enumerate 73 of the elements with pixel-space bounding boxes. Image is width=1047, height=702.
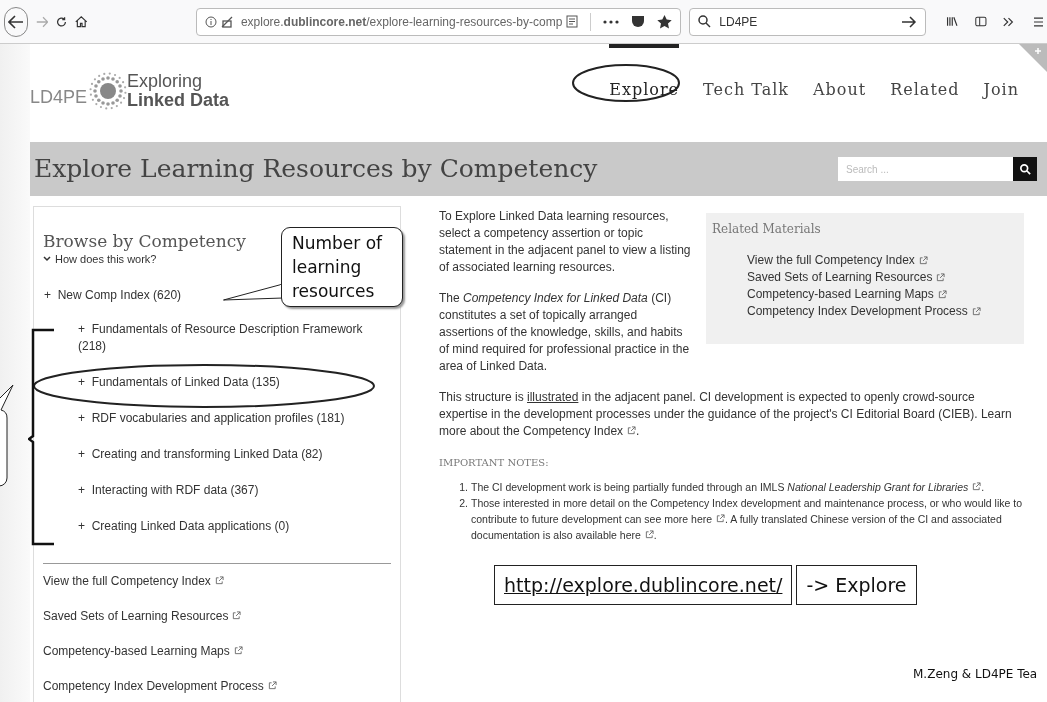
reader-view-icon[interactable] [566,15,579,28]
search-button[interactable] [1013,157,1037,181]
tree-item[interactable]: + Fundamentals of Linked Data (135) [78,373,391,391]
notes-heading: IMPORTANT NOTES: [439,456,550,470]
nav-link[interactable]: Explore [609,44,679,106]
materials-link[interactable]: Competency-based Learning Maps [747,286,947,303]
help-link[interactable]: How does this work? [55,251,157,268]
sidebar-link[interactable]: Competency-based Learning Maps [43,641,391,660]
library-icon[interactable] [946,15,959,28]
tree-item[interactable]: + Creating and transforming Linked Data (82) [78,445,391,463]
sidebar-heading: Browse by Competency [43,231,246,251]
page-title: Explore Learning Resources by Competency [34,153,598,186]
nav-link[interactable]: Join [983,44,1019,106]
dots-logo-icon [89,71,128,110]
credit-text: M.Zeng & LD4PE Tea [913,666,1038,683]
chevrons-icon[interactable] [1002,15,1014,28]
intro-paragraph: This structure is illustrated in the adjacent panel. CI development is expected to openly crowd-source expertise in the development processes under the guidance of the project's CI Editorial Board (CIEB). Learn more about the Competency Index . [439,389,1013,440]
search-icon [1019,163,1031,175]
related-heading: Related Materials [712,221,822,238]
logo-text: LD4PE [30,86,88,109]
sidebar-link[interactable]: Saved Sets of Learning Resources [43,606,391,625]
sidebar-icon[interactable] [974,15,987,28]
materials-link[interactable]: View the full Competency Index [747,252,928,269]
external-link-icon [233,646,243,655]
menu-icon[interactable] [1033,14,1043,29]
external-link-icon [267,681,277,690]
note-text: Those interested in more detail on the Competency Index development and maintenance process, or who would like to contribute to future development can see more here . A fully translated Chinese version of the CI and associated documentation is also available here . [471,496,1023,543]
url-annotation: http://explore.dublincore.net/ [494,565,793,605]
search-icon [698,15,712,28]
search-value: LD4PE [719,13,759,31]
external-link-icon [214,576,224,585]
info-icon [204,15,217,28]
search-input[interactable]: Search ... [838,157,1013,181]
sidebar-link[interactable]: Competency Index Development Process [43,676,391,695]
back-arrow-icon [7,14,24,29]
callout-tail [223,283,283,301]
search-field[interactable]: LD4PE [689,7,927,36]
star-icon[interactable] [657,14,673,29]
reload-icon[interactable] [56,14,68,29]
tree-item[interactable]: + Fundamentals of Resource Description Framework (218) [78,320,391,355]
tree-item[interactable]: + Interacting with RDF data (367) [78,481,391,499]
intro-paragraph: The Competency Index for Linked Data (CI) constitutes a set of topically arranged assertions of the knowledge, skills, and habits of mind required for professional practice in the area of Linked Data. [439,290,691,375]
arrow-right-icon[interactable] [901,15,918,28]
shield-icon[interactable] [631,15,646,28]
tree-item[interactable]: + RDF vocabularies and application profiles (181) [78,409,391,427]
brand-text: Linked Data [127,90,230,110]
tree-item[interactable]: + Creating Linked Data applications (0) [78,517,391,535]
sidebar-link[interactable]: View the full Competency Index [43,571,391,590]
brand-text: Exploring [127,71,204,91]
external-link-icon [971,307,981,316]
external-link-icon [918,256,928,265]
callout-bubble: Number of learning resources [281,227,403,307]
crossed-lock-icon [220,15,233,28]
materials-link[interactable]: Competency Index Development Process [747,303,981,320]
nav-link[interactable]: Tech Talk [703,44,790,106]
address-bar[interactable]: explore.dublincore.net/explore-learning-resources-by-comp [195,7,682,36]
explore-annotation: -> Explore [796,565,917,605]
note-text: The CI development work is being partially funded through an IMLS National Leadership Grant for Libraries . [471,480,985,495]
external-link-icon [232,611,242,620]
nav-link[interactable]: About [813,44,867,106]
intro-paragraph: To Explore Linked Data learning resources, select a competency assertion or topic statement in the adjacent panel to view a listing of associated learning resources. [439,208,692,276]
materials-link[interactable]: Saved Sets of Learning Resources [747,269,946,286]
url-text: explore.dublincore.net/explore-learning-resources-by-comp [240,13,563,31]
inline-link[interactable]: illustrated [527,390,579,404]
tree-item[interactable]: + New Comp Index (620) [44,285,182,304]
note-number: 2. [458,496,468,511]
more-icon[interactable] [603,19,620,24]
nav-link[interactable]: Related [890,44,960,106]
chevron-down-icon [43,256,51,263]
external-link-icon [936,273,946,282]
external-link-icon [937,290,947,299]
home-icon[interactable] [75,14,88,29]
note-number: 1. [458,480,468,495]
